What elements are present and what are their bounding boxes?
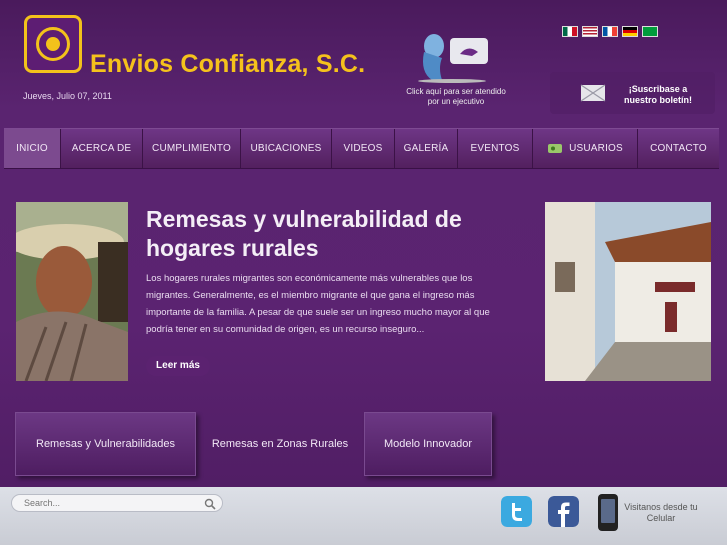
farmer-photo <box>16 202 128 381</box>
brazil-flag[interactable] <box>642 26 658 37</box>
current-date: Jueves, Julio 07, 2011 <box>23 91 112 101</box>
twitter-icon[interactable] <box>501 496 532 527</box>
search-icon[interactable] <box>204 498 216 510</box>
brand-name: Envios Confianza, S.C. <box>90 50 366 78</box>
newsletter-icon <box>580 84 606 102</box>
main-nav: INICIO ACERCA DE CUMPLIMIENTO UBICACIONE… <box>4 128 719 169</box>
germany-flag[interactable] <box>622 26 638 37</box>
tab-remesas-zonas-rurales[interactable]: Remesas en Zonas Rurales <box>198 412 362 476</box>
nav-galeria[interactable]: GALERÍA <box>395 129 458 168</box>
mexico-flag[interactable] <box>562 26 578 37</box>
logo-core <box>46 37 60 51</box>
mobile-phone-icon[interactable] <box>598 494 618 531</box>
nav-acerca-de[interactable]: ACERCA DE <box>61 129 143 168</box>
nav-contacto[interactable]: CONTACTO <box>638 129 719 168</box>
nav-cumplimiento[interactable]: CUMPLIMIENTO <box>143 129 241 168</box>
language-flags <box>562 26 658 37</box>
mobile-site-link[interactable]: Visitanos desde tu Celular <box>620 502 702 524</box>
search-input[interactable] <box>24 497 194 509</box>
search-box <box>11 494 223 512</box>
facebook-icon[interactable] <box>548 496 579 527</box>
executive-link[interactable]: Click aquí para ser atendido por un ejec… <box>400 87 512 107</box>
feature-summary: Los hogares rurales migrantes son económ… <box>146 273 490 335</box>
nav-videos[interactable]: VIDEOS <box>332 129 395 168</box>
nav-eventos[interactable]: EVENTOS <box>458 129 533 168</box>
nav-usuarios-label: USUARIOS <box>569 143 623 154</box>
users-icon <box>548 144 563 153</box>
nav-usuarios[interactable]: USUARIOS <box>533 129 638 168</box>
read-more-button[interactable]: Leer más <box>146 356 210 376</box>
nav-ubicaciones[interactable]: UBICACIONES <box>241 129 332 168</box>
logo[interactable] <box>24 15 82 73</box>
executive-chat-icon[interactable] <box>412 28 492 84</box>
feature-headline[interactable]: Remesas y vulnerabilidad de hogares rura… <box>146 205 536 263</box>
nav-inicio[interactable]: INICIO <box>4 129 61 168</box>
tab-modelo-innovador[interactable]: Modelo Innovador <box>364 412 492 476</box>
newsletter-text[interactable]: ¡Suscribase a nuestro boletín! <box>615 84 701 106</box>
village-street-photo <box>545 202 711 381</box>
france-flag[interactable] <box>602 26 618 37</box>
usa-flag[interactable] <box>582 26 598 37</box>
tab-remesas-vulnerabilidades[interactable]: Remesas y Vulnerabilidades <box>15 412 196 476</box>
